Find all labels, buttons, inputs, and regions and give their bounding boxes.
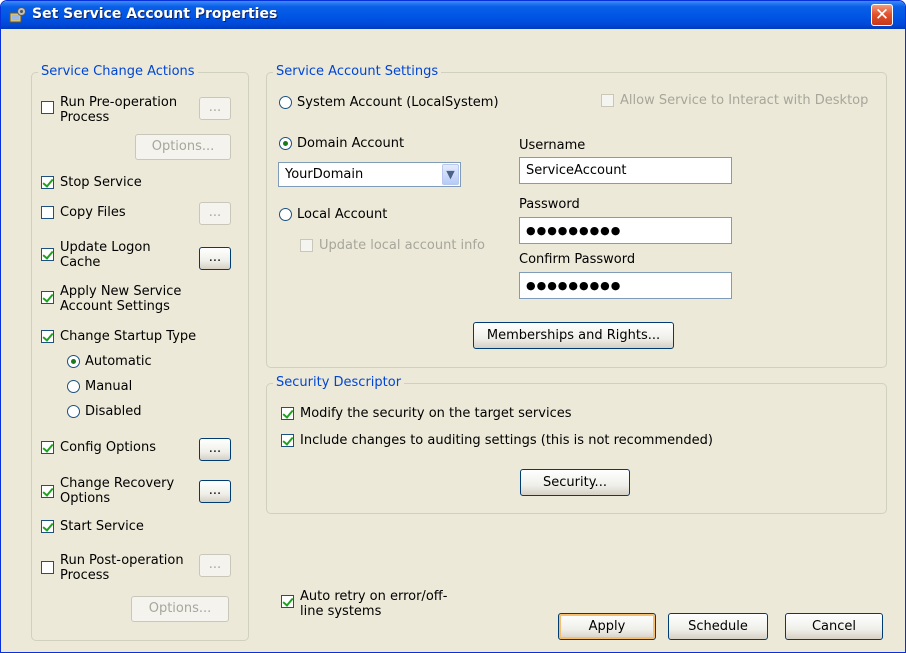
startup-automatic-radio[interactable] xyxy=(67,355,80,368)
run-post-operation-label: Run Post-operation Process xyxy=(60,553,184,583)
system-account-label: System Account (LocalSystem) xyxy=(297,95,499,110)
config-options-checkbox[interactable] xyxy=(41,441,54,454)
start-service-checkbox[interactable] xyxy=(41,520,54,533)
pre-options-button[interactable]: Options... xyxy=(135,134,231,160)
domain-account-label: Domain Account xyxy=(297,136,405,151)
stop-service-label: Stop Service xyxy=(60,175,142,190)
password-input[interactable]: ●●●●●●●●● xyxy=(519,217,732,244)
password-label: Password xyxy=(519,197,580,212)
update-logon-cache-checkbox[interactable] xyxy=(41,248,54,261)
username-input[interactable]: ServiceAccount xyxy=(519,157,732,184)
change-recovery-checkbox[interactable] xyxy=(41,485,54,498)
update-logon-cache-label: Update Logon Cache xyxy=(60,240,151,270)
title-bar[interactable]: Set Service Account Properties ✕ xyxy=(1,1,905,29)
copy-files-label: Copy Files xyxy=(60,205,126,220)
apply-new-settings-label: Apply New Service Account Settings xyxy=(60,284,182,314)
startup-manual-label: Manual xyxy=(85,379,133,394)
run-post-operation-checkbox[interactable] xyxy=(41,561,54,574)
change-recovery-browse-button[interactable]: ... xyxy=(199,480,231,503)
memberships-rights-button[interactable]: Memberships and Rights... xyxy=(473,322,674,349)
config-options-browse-button[interactable]: ... xyxy=(199,438,231,461)
local-account-radio[interactable] xyxy=(279,208,292,221)
close-icon: ✕ xyxy=(874,5,890,25)
startup-automatic-label: Automatic xyxy=(85,354,152,369)
allow-desktop-label: Allow Service to Interact with Desktop xyxy=(620,93,869,108)
copy-files-checkbox[interactable] xyxy=(41,206,54,219)
update-logon-cache-browse-button[interactable]: ... xyxy=(199,247,231,270)
domain-select[interactable]: YourDomain ▼ xyxy=(278,162,461,187)
modify-security-checkbox[interactable] xyxy=(281,407,294,420)
security-button[interactable]: Security... xyxy=(520,469,630,496)
window-title: Set Service Account Properties xyxy=(32,6,278,22)
startup-disabled-radio[interactable] xyxy=(67,405,80,418)
config-options-label: Config Options xyxy=(60,440,157,455)
copy-files-browse-button[interactable]: ... xyxy=(199,202,231,225)
dialog-body: Service Change Actions Run Pre-operation… xyxy=(1,29,905,652)
run-pre-browse-button[interactable]: ... xyxy=(199,97,231,120)
service-settings-icon xyxy=(9,7,26,23)
run-pre-operation-checkbox[interactable] xyxy=(41,101,54,114)
local-account-label: Local Account xyxy=(297,207,388,222)
modify-security-label: Modify the security on the target servic… xyxy=(300,406,572,421)
stop-service-checkbox[interactable] xyxy=(41,176,54,189)
apply-new-settings-checkbox[interactable] xyxy=(41,291,54,304)
confirm-password-label: Confirm Password xyxy=(519,252,636,267)
chevron-down-icon[interactable]: ▼ xyxy=(442,164,459,185)
startup-disabled-label: Disabled xyxy=(85,404,142,419)
domain-select-value: YourDomain xyxy=(285,167,364,182)
service-change-actions-title: Service Change Actions xyxy=(38,64,198,79)
update-local-info-checkbox[interactable] xyxy=(300,239,313,252)
close-button[interactable]: ✕ xyxy=(871,4,893,26)
change-startup-type-checkbox[interactable] xyxy=(41,330,54,343)
schedule-button[interactable]: Schedule xyxy=(668,613,768,640)
auto-retry-checkbox[interactable] xyxy=(281,595,294,608)
confirm-password-input[interactable]: ●●●●●●●●● xyxy=(519,272,732,299)
domain-account-radio[interactable] xyxy=(279,137,292,150)
auditing-settings-checkbox[interactable] xyxy=(281,434,294,447)
cancel-button[interactable]: Cancel xyxy=(785,613,883,640)
security-descriptor-title: Security Descriptor xyxy=(273,375,405,390)
auto-retry-label: Auto retry on error/off-line systems xyxy=(300,589,448,619)
auditing-settings-label: Include changes to auditing settings (th… xyxy=(300,433,713,448)
system-account-radio[interactable] xyxy=(279,96,292,109)
run-post-browse-button[interactable]: ... xyxy=(199,554,231,577)
run-pre-operation-label: Run Pre-operation Process xyxy=(60,95,178,125)
dialog-window: Set Service Account Properties ✕ Service… xyxy=(0,0,906,653)
service-account-settings-title: Service Account Settings xyxy=(273,64,442,79)
update-local-info-label: Update local account info xyxy=(319,238,485,253)
startup-manual-radio[interactable] xyxy=(67,380,80,393)
allow-desktop-checkbox[interactable] xyxy=(601,94,614,107)
start-service-label: Start Service xyxy=(60,519,144,534)
username-label: Username xyxy=(519,138,586,153)
post-options-button[interactable]: Options... xyxy=(131,596,229,622)
change-recovery-label: Change Recovery Options xyxy=(60,476,175,506)
change-startup-type-label: Change Startup Type xyxy=(60,329,197,344)
apply-button[interactable]: Apply xyxy=(558,613,656,640)
